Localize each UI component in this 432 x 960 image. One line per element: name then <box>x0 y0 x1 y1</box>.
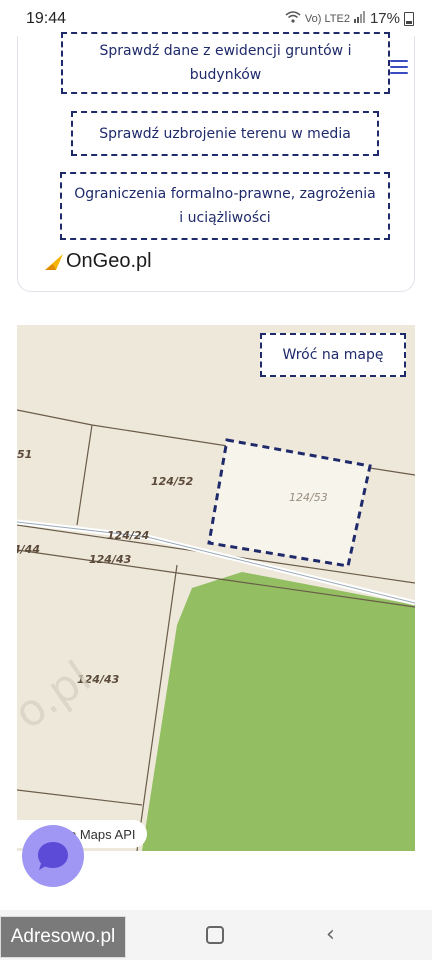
logo-text: OnGeo.pl <box>66 250 152 272</box>
parcel-label: 124/53 <box>289 491 328 504</box>
signal-icon <box>353 11 366 26</box>
adresowo-watermark: Adresowo.pl <box>0 916 126 958</box>
land-registry-button[interactable]: Sprawdź dane z ewidencji gruntów i budyn… <box>61 32 390 94</box>
back-chevron-icon[interactable]: ‹ <box>326 922 335 947</box>
chat-button[interactable] <box>22 825 84 887</box>
utilities-button[interactable]: Sprawdź uzbrojenie terenu w media <box>71 111 379 156</box>
map-canvas[interactable]: 51 124/52 124/53 124/24 4/44 124/43 124/… <box>17 325 415 851</box>
parcel-label: 4/44 <box>17 543 40 556</box>
ongeo-logo[interactable]: OnGeo.pl <box>44 250 152 273</box>
battery-percent: 17% <box>369 10 400 27</box>
logo-arrow-icon <box>45 253 63 270</box>
battery-icon <box>404 11 414 26</box>
chat-bubble-icon <box>38 842 68 870</box>
parcel-label: 51 <box>17 448 32 461</box>
vegetation-area <box>142 572 415 851</box>
parcel-label: 124/52 <box>151 475 194 488</box>
home-icon[interactable] <box>206 926 224 944</box>
network-label: Vo) LTE2 <box>304 12 350 25</box>
parcel-map[interactable]: 51 124/52 124/53 124/24 4/44 124/43 124/… <box>17 325 415 851</box>
info-card: Sprawdź dane z ewidencji gruntów i budyn… <box>17 32 415 292</box>
status-indicators: Vo) LTE2 17% <box>285 10 414 27</box>
restrictions-button[interactable]: Ograniczenia formalno-prawne, zagrożenia… <box>60 172 390 240</box>
parcel-label: 124/43 <box>89 553 132 566</box>
status-time: 19:44 <box>26 10 67 27</box>
wifi-icon <box>285 11 301 26</box>
hamburger-icon[interactable] <box>390 60 408 74</box>
parcel-label: 124/24 <box>107 529 149 542</box>
back-to-map-button[interactable]: Wróć na mapę <box>260 333 406 377</box>
